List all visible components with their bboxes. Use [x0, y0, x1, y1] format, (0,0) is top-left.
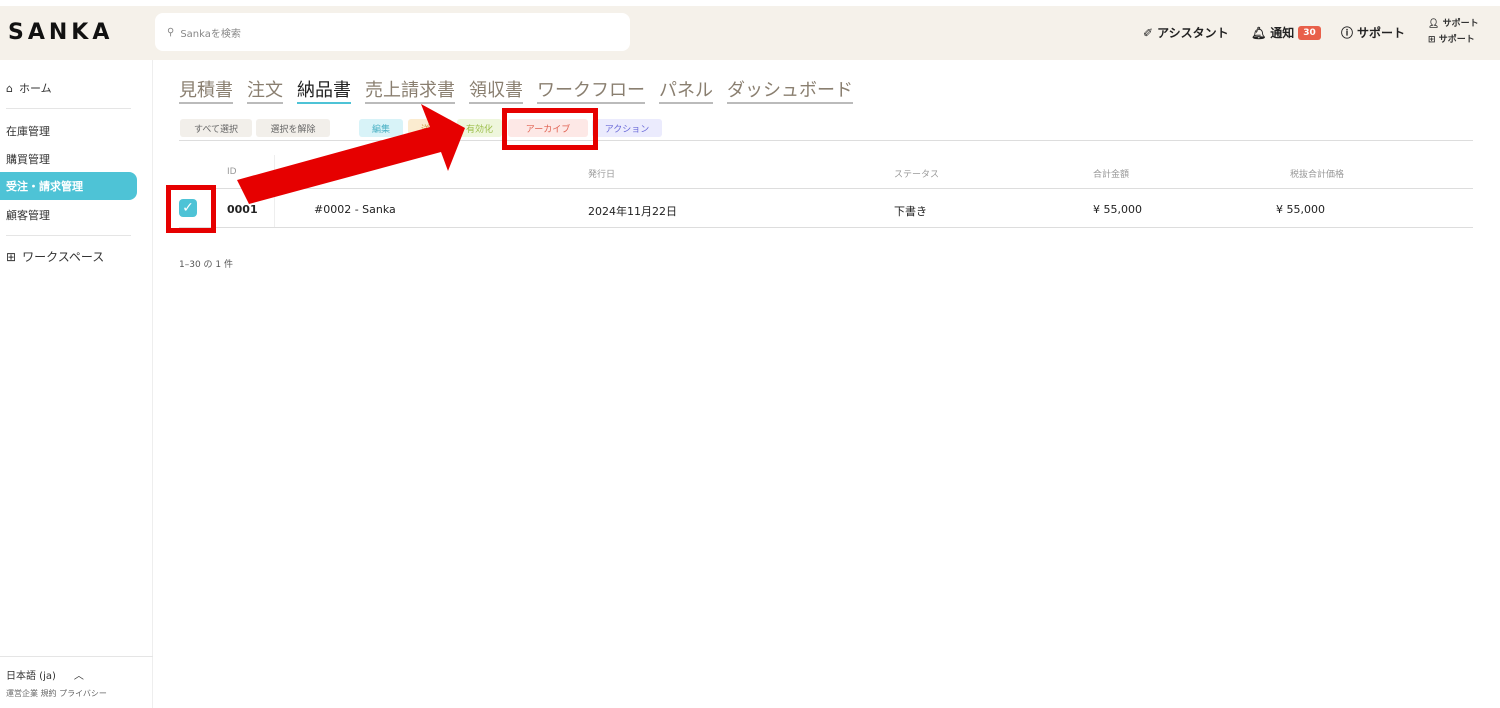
arrow-annotation-icon	[237, 104, 465, 204]
